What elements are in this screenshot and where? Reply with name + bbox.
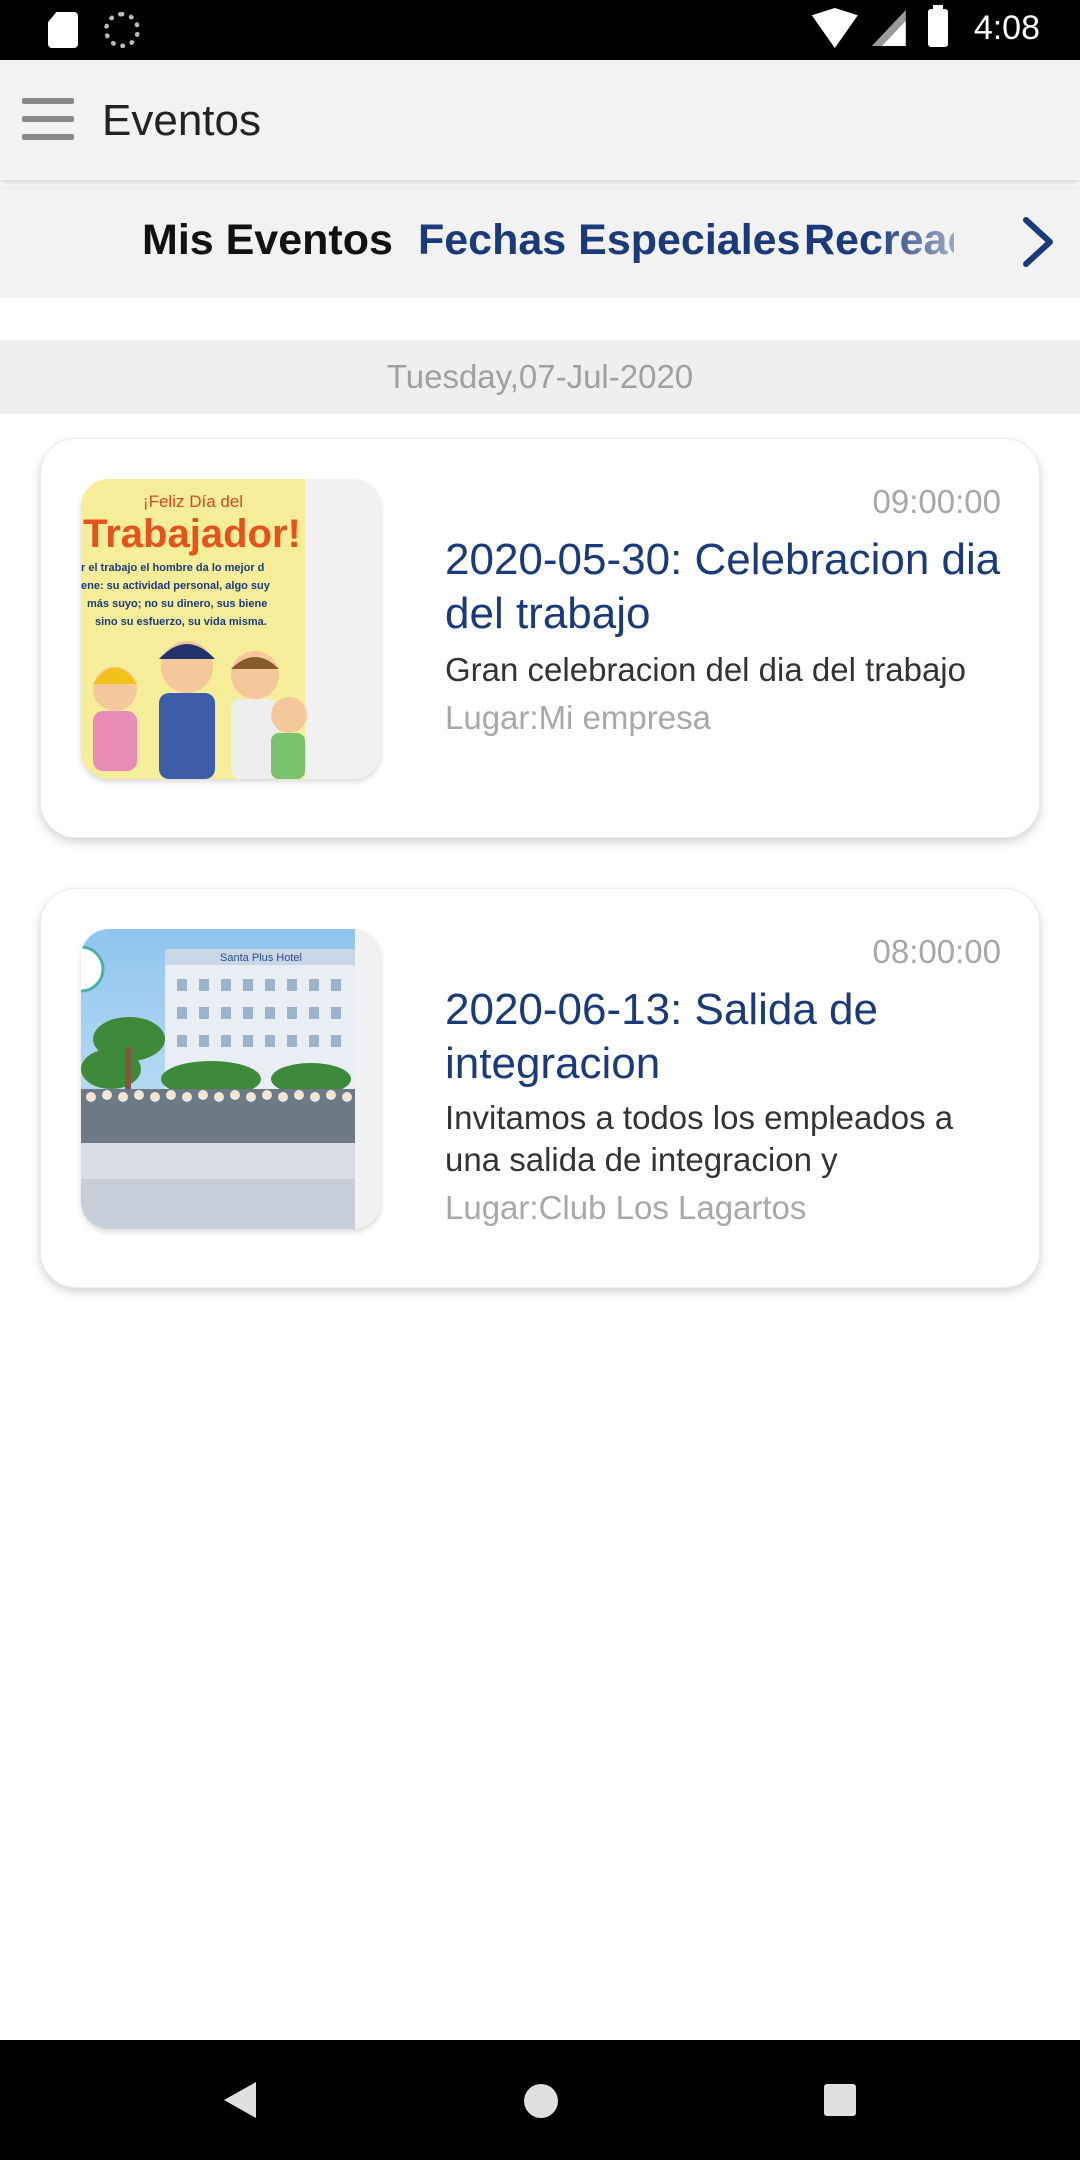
tab-fade-overlay: [870, 186, 1010, 298]
hotel-group-photo-image: Santa Plus Hotel: [81, 929, 381, 1229]
poster-line: más suyo; no su dinero, sus biene: [87, 598, 267, 610]
poster-line: ene: su actividad personal, algo suy: [81, 580, 271, 592]
tab-mis-eventos[interactable]: Mis Eventos: [142, 216, 393, 265]
trabajador-poster-image: ¡Feliz Día del Trabajador! r el trabajo …: [81, 479, 381, 779]
date-header: Tuesday,07-Jul-2020: [0, 340, 1080, 414]
poster-line: sino su esfuerzo, su vida misma.: [95, 616, 267, 628]
signal-icon: [871, 10, 906, 46]
poster-line: r el trabajo el hombre da lo mejor d: [81, 562, 264, 574]
status-clock: 4:08: [973, 8, 1040, 47]
status-bar: 4:08: [0, 0, 1080, 60]
event-card[interactable]: Santa Plus Hotel 08:00:00 2020-06-13: Sa…: [40, 888, 1040, 1288]
event-image: ¡Feliz Día del Trabajador! r el trabajo …: [81, 479, 381, 779]
home-icon[interactable]: [524, 2084, 558, 2118]
event-place: Lugar:Club Los Lagartos: [445, 1189, 807, 1226]
event-description: Invitamos a todos los empleados a una sa…: [445, 1099, 954, 1178]
poster-banner-top: ¡Feliz Día del: [143, 492, 243, 511]
hotel-sign-text: Santa Plus Hotel: [220, 952, 302, 964]
event-card[interactable]: ¡Feliz Día del Trabajador! r el trabajo …: [40, 438, 1040, 838]
app-bar: Eventos: [0, 60, 1080, 180]
event-title: 2020-05-30: Celebracion dia del trabajo: [445, 535, 1001, 638]
event-place: Lugar:Mi empresa: [445, 699, 711, 736]
sd-card-icon: [48, 12, 78, 48]
screen: 4:08 Eventos Mis Eventos Fechas Especial…: [0, 0, 1080, 2160]
recent-apps-icon[interactable]: [824, 2084, 856, 2116]
event-title: 2020-06-13: Salida de integracion: [445, 985, 878, 1088]
system-nav-bar: [0, 2040, 1080, 2160]
battery-icon: [927, 5, 948, 47]
poster-banner-main: Trabajador!: [83, 512, 301, 556]
back-icon[interactable]: [224, 2082, 256, 2118]
tab-fechas-especiales[interactable]: Fechas Especiales: [418, 216, 800, 265]
event-time: 09:00:00: [872, 483, 1001, 520]
chevron-right-icon[interactable]: [1006, 212, 1066, 272]
sync-icon: [104, 12, 140, 48]
event-time: 08:00:00: [872, 933, 1001, 970]
page-title: Eventos: [102, 96, 261, 145]
wifi-icon: [811, 8, 858, 48]
event-description: Gran celebracion del dia del trabajo: [445, 651, 966, 688]
tab-bar: Mis Eventos Fechas Especiales Recreac: [0, 186, 1080, 298]
event-image: Santa Plus Hotel: [81, 929, 381, 1229]
hamburger-menu-icon[interactable]: [22, 98, 74, 140]
